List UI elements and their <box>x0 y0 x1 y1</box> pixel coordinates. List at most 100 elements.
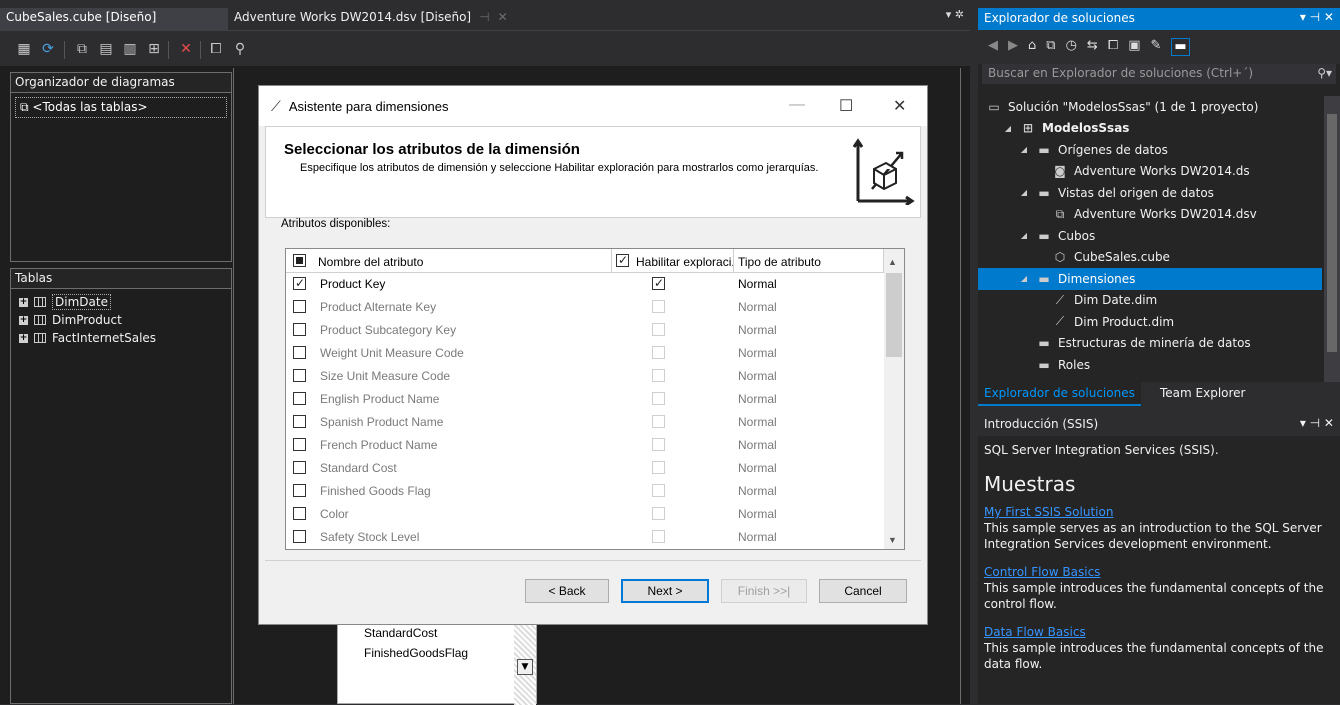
sync-icon[interactable]: ⇆ <box>1087 38 1098 56</box>
attribute-row[interactable]: Size Unit Measure Code Normal <box>286 365 884 388</box>
tree-item[interactable]: ◢ ▬ Orígenes de datos <box>978 139 1322 161</box>
tree-item[interactable]: ◙ Adventure Works DW2014.ds <box>978 161 1322 183</box>
tab-team-explorer[interactable]: Team Explorer <box>1154 382 1252 404</box>
attribute-type[interactable]: Normal <box>738 484 777 498</box>
attribute-type[interactable]: Normal <box>738 415 777 429</box>
attribute-row[interactable]: Finished Goods Flag Normal <box>286 480 884 503</box>
column-header-type[interactable]: Tipo de atributo <box>734 249 884 273</box>
attribute-select-checkbox[interactable] <box>293 530 306 543</box>
scroll-up-icon[interactable]: ▲ <box>888 257 897 267</box>
attribute-row[interactable]: English Product Name Normal <box>286 388 884 411</box>
attribute-type[interactable]: Normal <box>738 507 777 521</box>
attribute-row[interactable]: Product Key Normal <box>286 273 884 296</box>
find-icon[interactable]: ⚲ <box>230 39 250 59</box>
diagram-icon[interactable]: ⧠ <box>206 39 226 59</box>
list-item[interactable]: FinishedGoodsFlag <box>338 643 536 663</box>
expand-icon[interactable]: + <box>19 315 28 325</box>
solution-search-input[interactable]: Buscar en Explorador de soluciones (Ctrl… <box>982 64 1336 84</box>
tree-item[interactable]: ⟋ Dim Product.dim <box>978 311 1322 333</box>
panel-controls[interactable]: ▾ ⊣ ✕ <box>1300 10 1334 24</box>
show-all-files-icon[interactable]: ▣ <box>1128 38 1140 56</box>
home-icon[interactable]: ⌂ <box>1028 38 1036 56</box>
attribute-row[interactable]: Weight Unit Measure Code Normal <box>286 342 884 365</box>
attribute-type[interactable]: Normal <box>738 530 777 544</box>
properties-icon[interactable]: ✎ <box>1151 38 1162 56</box>
attribute-row[interactable]: Standard Cost Normal <box>286 457 884 480</box>
tab-solution-explorer[interactable]: Explorador de soluciones <box>978 382 1141 406</box>
attribute-select-checkbox[interactable] <box>293 369 306 382</box>
collapse-all-icon[interactable]: ⧠ <box>1108 38 1118 56</box>
attribute-row[interactable]: Spanish Product Name Normal <box>286 411 884 434</box>
all-tables-diagram[interactable]: ⧉ <Todas las tablas> <box>15 97 227 118</box>
expand-triangle-icon[interactable]: ◢ <box>1018 231 1030 240</box>
expand-triangle-icon[interactable]: ◢ <box>1018 188 1030 197</box>
attribute-type[interactable]: Normal <box>738 369 777 383</box>
attribute-select-checkbox[interactable] <box>293 484 306 497</box>
expand-icon[interactable]: + <box>19 333 28 343</box>
tree-item[interactable]: ⬡ CubeSales.cube <box>978 247 1322 269</box>
relationship-icon[interactable]: ⊞ <box>144 39 164 59</box>
attribute-type[interactable]: Normal <box>738 300 777 314</box>
named-calculation-icon[interactable]: ▥ <box>120 39 140 59</box>
attribute-type[interactable]: Normal <box>738 392 777 406</box>
close-icon[interactable]: ✕ <box>893 96 906 116</box>
attribute-select-checkbox[interactable] <box>293 346 306 359</box>
attribute-type[interactable]: Normal <box>738 323 777 337</box>
back-button[interactable]: < Back <box>525 579 609 603</box>
tree-item[interactable]: ◢ ▬ Dimensiones <box>978 268 1322 290</box>
scroll-down-icon[interactable]: ▼ <box>888 535 897 545</box>
attribute-select-checkbox[interactable] <box>293 415 306 428</box>
attribute-select-checkbox[interactable] <box>293 276 306 290</box>
minimize-icon[interactable]: — <box>789 96 805 114</box>
new-named-query-icon[interactable]: ▤ <box>96 39 116 59</box>
attribute-select-checkbox[interactable] <box>293 461 306 474</box>
table-row[interactable]: + DimDate <box>11 293 231 311</box>
expand-icon[interactable]: + <box>19 297 28 307</box>
tree-item[interactable]: ◢ ▬ Vistas del origen de datos <box>978 182 1322 204</box>
cancel-button[interactable]: Cancel <box>819 579 907 603</box>
arrange-tables-icon[interactable]: ⧉ <box>72 39 92 59</box>
maximize-icon[interactable]: ☐ <box>839 96 853 116</box>
forward-icon[interactable]: ▶ <box>1008 38 1018 56</box>
pin-icon[interactable]: ⊣ <box>479 10 489 24</box>
attribute-select-checkbox[interactable] <box>293 323 306 336</box>
tab-dsv-design[interactable]: Adventure Works DW2014.dsv [Diseño] ⊣ ✕ <box>228 8 538 30</box>
search-icon[interactable]: ⚲▾ <box>1317 66 1332 80</box>
tab-overflow-icon[interactable]: ▾ ✲ <box>946 8 964 21</box>
sample-link[interactable]: My First SSIS Solution <box>984 504 1334 520</box>
attribute-row[interactable]: Product Subcategory Key Normal <box>286 319 884 342</box>
table-row[interactable]: + FactInternetSales <box>11 329 231 347</box>
expand-triangle-icon[interactable]: ◢ <box>1018 274 1030 283</box>
tree-item[interactable]: ⟋ Dim Date.dim <box>978 290 1322 312</box>
tree-item[interactable]: ◢ ▬ Cubos <box>978 225 1322 247</box>
table-columns-list[interactable]: StandardCost FinishedGoodsFlag ▼ <box>337 622 537 705</box>
attribute-row[interactable]: Color Normal <box>286 503 884 526</box>
preview-icon[interactable]: ▬ <box>1171 38 1190 56</box>
attribute-type[interactable]: Normal <box>738 346 777 360</box>
expand-triangle-icon[interactable]: ◢ <box>1002 124 1014 133</box>
tree-item[interactable]: ▬ Roles <box>978 354 1322 376</box>
scroll-thumb[interactable] <box>886 273 902 357</box>
attribute-select-checkbox[interactable] <box>293 300 306 313</box>
panel-controls[interactable]: ▾ ⊣ ✕ <box>1300 416 1334 430</box>
add-table-icon[interactable]: ▦ <box>14 39 34 59</box>
refresh-icon[interactable]: ⟳ <box>38 39 58 59</box>
table-row[interactable]: + DimProduct <box>11 311 231 329</box>
attribute-select-checkbox[interactable] <box>293 507 306 520</box>
tab-cubesales-design[interactable]: CubeSales.cube [Diseño] <box>0 8 228 30</box>
grid-scrollbar[interactable]: ▲ ▼ <box>884 249 904 549</box>
sample-link[interactable]: Control Flow Basics <box>984 564 1334 580</box>
attribute-row[interactable]: French Product Name Normal <box>286 434 884 457</box>
scroll-thumb[interactable] <box>1327 114 1337 352</box>
tree-item[interactable]: ⧉ Adventure Works DW2014.dsv <box>978 204 1322 226</box>
attribute-select-checkbox[interactable] <box>293 392 306 405</box>
attribute-row[interactable]: Product Alternate Key Normal <box>286 296 884 319</box>
delete-icon[interactable]: ✕ <box>176 39 196 59</box>
tree-item[interactable]: ▭ Solución "ModelosSsas" (1 de 1 proyecto… <box>978 96 1322 118</box>
column-header-name[interactable]: Nombre del atributo <box>286 249 612 273</box>
attribute-type[interactable]: Normal <box>738 277 777 291</box>
history-icon[interactable]: ◷ <box>1066 38 1077 56</box>
list-item[interactable]: StandardCost <box>338 623 536 643</box>
expand-triangle-icon[interactable]: ◢ <box>1018 145 1030 154</box>
back-icon[interactable]: ◀ <box>988 38 998 56</box>
